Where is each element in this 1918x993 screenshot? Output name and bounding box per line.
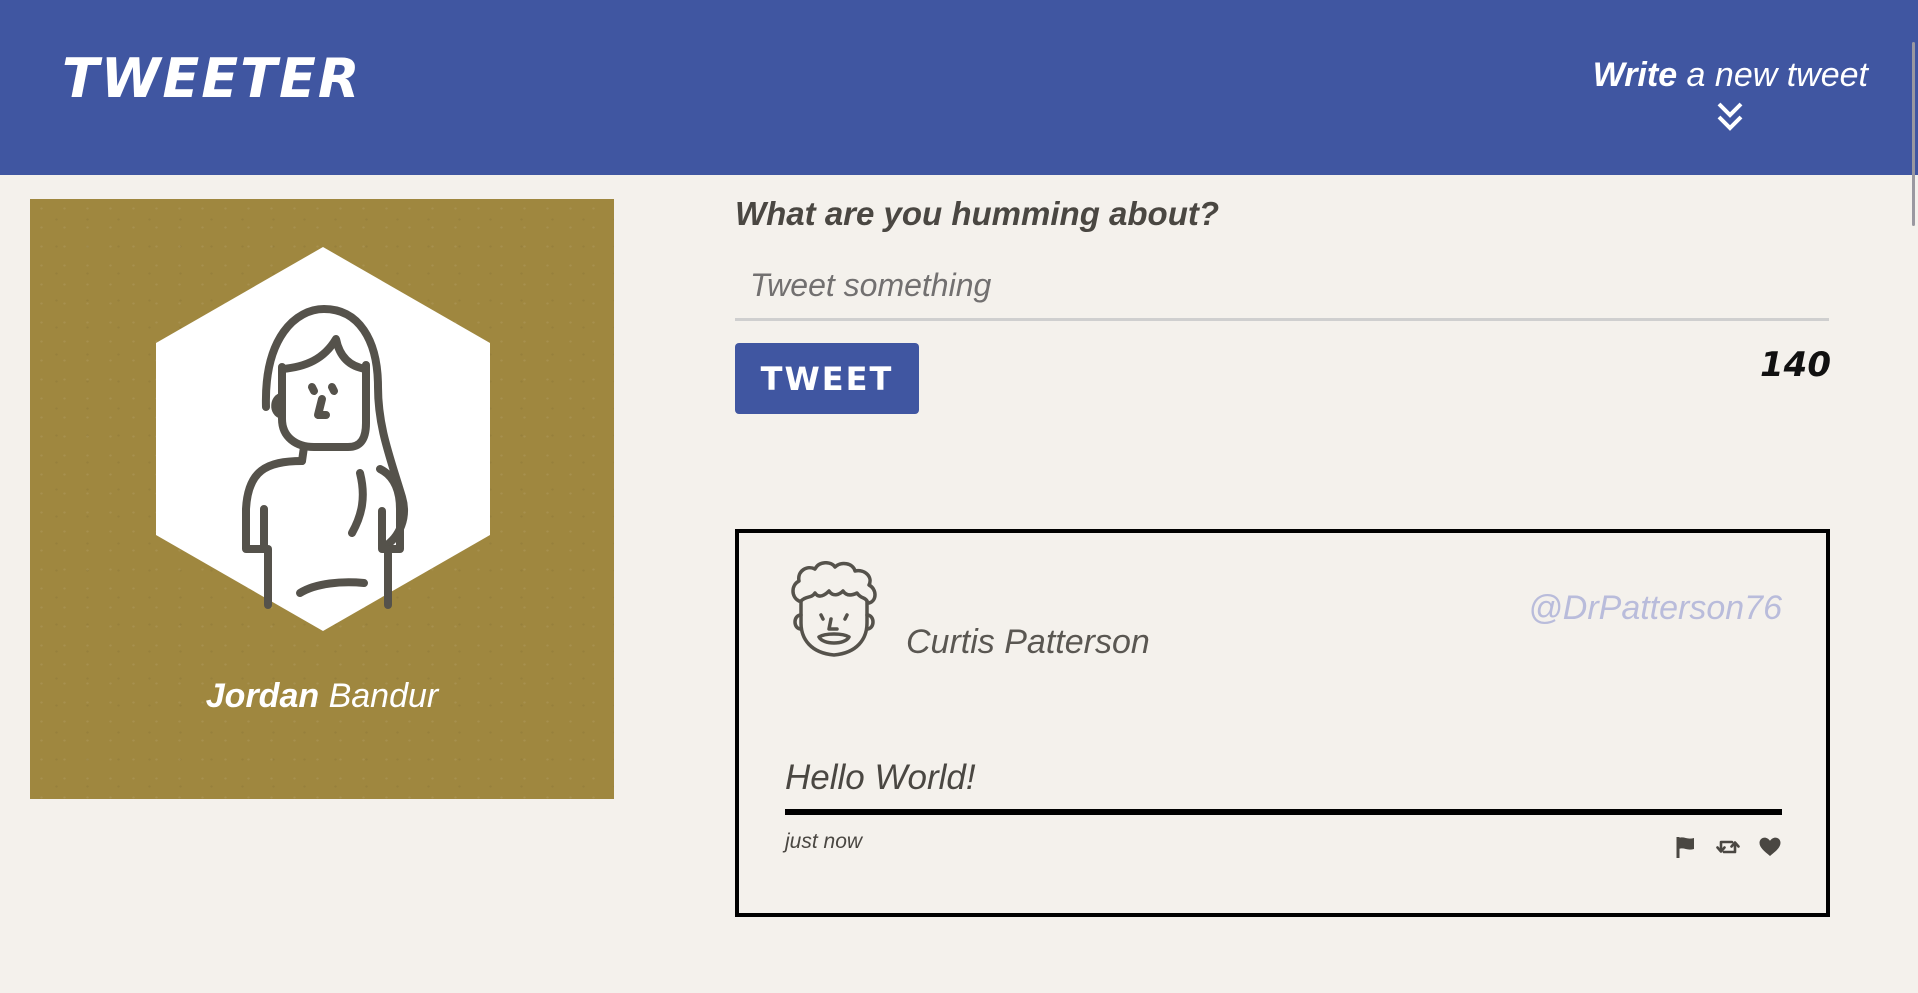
tweet-submit-button[interactable]: TWEET bbox=[735, 343, 919, 414]
new-tweet-form: What are you humming about? TWEET 140 bbox=[735, 195, 1831, 415]
tweet-author-handle: @DrPatterson76 bbox=[1528, 589, 1782, 627]
profile-last-name: Bandur bbox=[328, 677, 439, 715]
curly-hair-man-avatar-icon bbox=[791, 561, 877, 657]
write-new-tweet-label[interactable]: Write a new tweet bbox=[1593, 58, 1868, 92]
compose-label-bold: Write bbox=[1592, 56, 1678, 94]
scrollbar-thumb[interactable] bbox=[1912, 42, 1915, 226]
write-new-tweet-toggle[interactable]: Write a new tweet bbox=[1593, 58, 1868, 134]
heart-icon[interactable] bbox=[1758, 835, 1782, 859]
double-chevron-down-icon[interactable] bbox=[1715, 100, 1745, 134]
app-logo[interactable]: TWEETER bbox=[62, 52, 361, 106]
tweet-divider bbox=[785, 809, 1782, 815]
tweet-input[interactable] bbox=[735, 253, 1829, 321]
tweet-card: Curtis Patterson @DrPatterson76 Hello Wo… bbox=[735, 529, 1830, 917]
user-profile-card: Jordan Bandur bbox=[30, 199, 614, 799]
tweet-body: Hello World! bbox=[785, 758, 976, 797]
retweet-icon[interactable] bbox=[1716, 835, 1740, 859]
form-actions-row: TWEET 140 bbox=[735, 343, 1831, 415]
tweet-timestamp: just now bbox=[785, 830, 863, 853]
tweet-actions bbox=[1674, 835, 1782, 859]
woman-avatar-icon bbox=[156, 247, 490, 631]
navbar: TWEETER Write a new tweet bbox=[0, 0, 1918, 175]
compose-label-rest: a new tweet bbox=[1677, 56, 1868, 94]
character-counter: 140 bbox=[1760, 345, 1831, 385]
page-scrollbar[interactable] bbox=[1906, 0, 1918, 993]
compose-prompt: What are you humming about? bbox=[735, 195, 1219, 232]
profile-name: Jordan Bandur bbox=[30, 677, 614, 716]
flag-icon[interactable] bbox=[1674, 835, 1698, 859]
profile-first-name: Jordan bbox=[205, 677, 320, 715]
tweet-author-name: Curtis Patterson bbox=[906, 623, 1150, 661]
